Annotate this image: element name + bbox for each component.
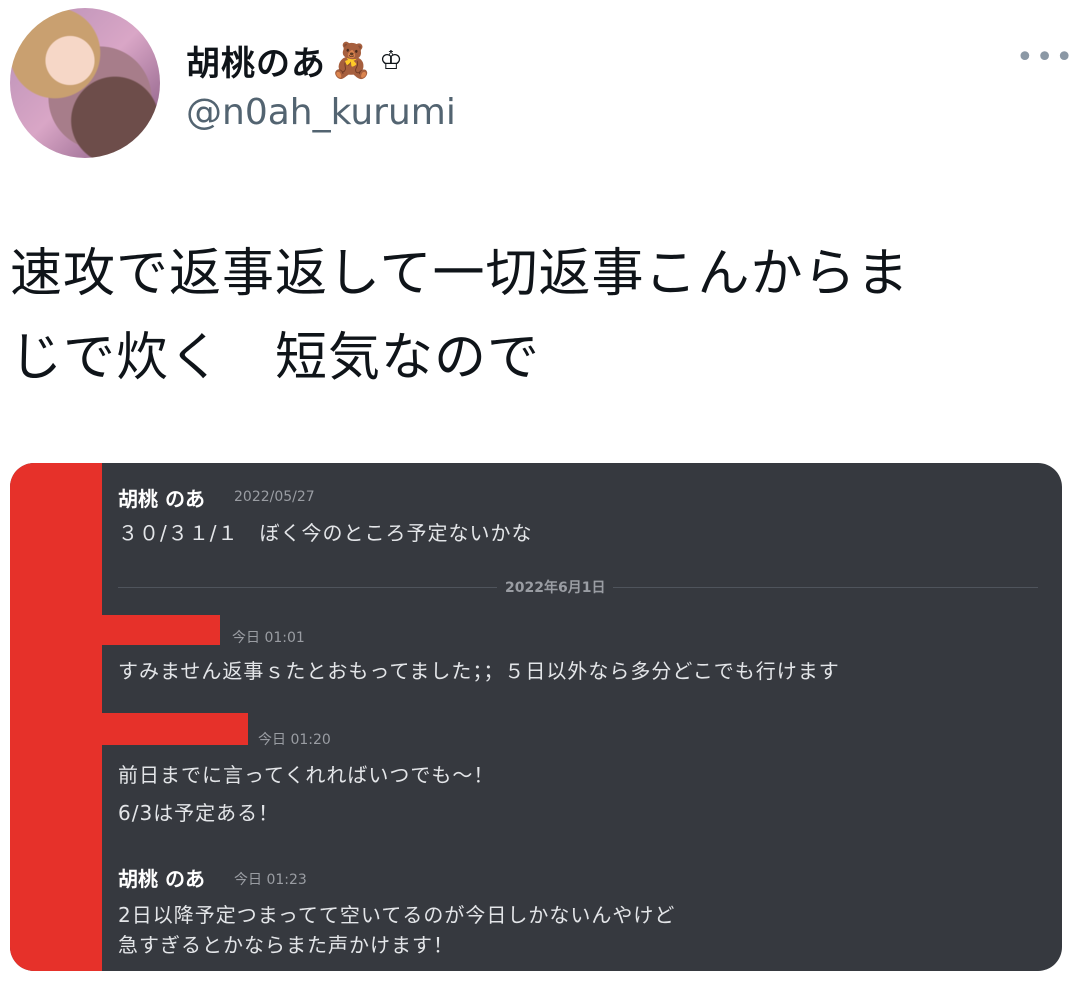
chat-timestamp-3: 今日 01:20 — [258, 732, 331, 748]
chat-message-1: ３０/３１/１ ぼく今のところ予定ないかな — [118, 521, 533, 545]
chat-timestamp-2: 今日 01:01 — [232, 630, 305, 646]
redaction-bar-left — [10, 463, 102, 971]
tweet-text: 速攻で返事返して一切返事こんからま じで炊く 短気なので — [10, 232, 1060, 400]
user-handle[interactable]: @n0ah_kurumi — [186, 92, 456, 133]
chat-message-4a: 2日以降予定つまってて空いてるのが今日しかないんやけど — [118, 903, 676, 927]
chat-message-4b: 急すぎるとかならまた声かけます！ — [118, 933, 454, 957]
chat-message-3b: 6/3は予定ある！ — [118, 801, 280, 825]
date-divider-label: 2022年6月1日 — [497, 577, 614, 597]
chat-screenshot-image[interactable]: 胡桃 のあ 2022/05/27 ３０/３１/１ ぼく今のところ予定ないかな 2… — [10, 463, 1062, 971]
redaction-bar-2 — [102, 713, 248, 745]
chat-message-3a: 前日までに言ってくれればいつでも～！ — [118, 763, 495, 787]
display-name-text: 胡桃のあ — [186, 44, 326, 84]
tweet-line-1: 速攻で返事返して一切返事こんからま — [10, 244, 910, 304]
chat-timestamp-1: 2022/05/27 — [234, 489, 315, 505]
display-name[interactable]: 胡桃のあ 🧸 ♔ — [186, 36, 404, 85]
crown-icon: ♔ — [379, 45, 404, 76]
teddy-bear-icon: 🧸 — [330, 40, 374, 81]
chat-author-4: 胡桃 のあ — [118, 867, 205, 891]
chat-message-2: すみません返事ｓたとおもってました；；５日以外なら多分どこでも行けます — [118, 659, 840, 683]
chat-author-1: 胡桃 のあ — [118, 487, 205, 511]
more-options-icon[interactable]: ••• — [1016, 40, 1074, 75]
redaction-bar-1 — [102, 615, 220, 645]
avatar[interactable] — [10, 8, 160, 158]
tweet-line-2: じで炊く 短気なので — [10, 328, 541, 388]
chat-timestamp-4: 今日 01:23 — [234, 872, 307, 888]
